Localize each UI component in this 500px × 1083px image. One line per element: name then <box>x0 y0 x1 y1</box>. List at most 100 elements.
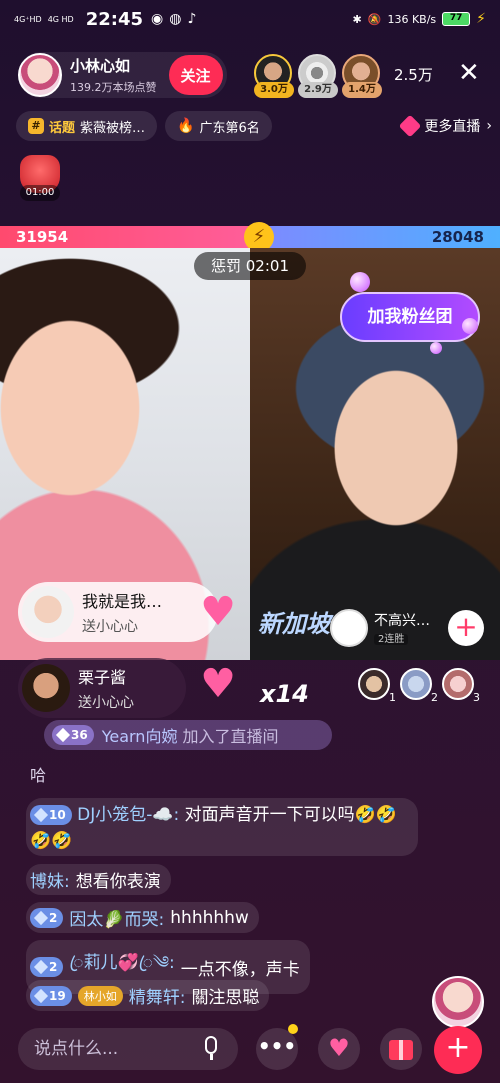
level-badge: 19 <box>30 985 72 1006</box>
more-icon[interactable]: ••• <box>256 1028 298 1070</box>
status-bar: 4G⁺HD 4G HD 22:45 ◉ ◍ ♪ ✱ 🔕 136 KB/s 77 … <box>0 0 500 38</box>
chat-message-1[interactable]: 10 DJ小笼包-☁️: 对面声音开一下可以吗🤣🤣🤣🤣 <box>26 798 418 856</box>
chat-username[interactable]: 精舞轩: <box>129 983 186 1008</box>
plus-button[interactable]: + <box>434 1026 482 1074</box>
top-viewers: 3.0万 2.9万 1.4万 <box>254 54 382 98</box>
gift-sender-avatar <box>22 664 70 712</box>
tiktok-icon: ♪ <box>187 11 197 27</box>
status-right: ✱ 🔕 136 KB/s 77 ⚡ <box>353 11 486 27</box>
chat-message-plain: 哈 <box>30 766 47 785</box>
level-badge: 2 <box>30 957 64 977</box>
diamond-icon <box>33 910 49 925</box>
rank-text: 广东第6名 <box>199 120 260 136</box>
battery-icon: 77 <box>442 12 471 26</box>
add-icon[interactable]: + <box>448 610 484 646</box>
topic-label: 话题 <box>49 120 76 136</box>
more-live-label: 更多直播 <box>424 119 481 135</box>
top-rank-list: 1 2 3 <box>358 668 480 704</box>
chat-username[interactable]: 因太🥬而哭: <box>69 905 164 930</box>
chat-message-2[interactable]: 博妹: 想看你表演 <box>26 864 171 895</box>
anime-user-avatar <box>330 609 368 647</box>
sticker-text: 新加坡 <box>258 610 330 638</box>
anime-user-name: 不高兴… <box>374 613 430 629</box>
notification-icons: ◉ ◍ ♪ <box>151 11 196 27</box>
join-action: 加入了直播间 <box>182 727 279 746</box>
diamond-icon <box>33 959 49 975</box>
clock: 22:45 <box>85 8 143 30</box>
viewer-avatar-2[interactable]: 2.9万 <box>298 54 338 98</box>
fan-club-sign[interactable]: 加我粉丝团 <box>340 292 480 342</box>
red-packet[interactable]: 01:00 <box>16 155 64 203</box>
anime-user-card[interactable]: 不高兴… 2连胜 <box>330 608 442 648</box>
gift-sender-avatar <box>22 586 74 638</box>
weibo-icon: ◍ <box>169 11 182 27</box>
pk-score-left: 31954 <box>16 228 69 246</box>
host-avatar[interactable] <box>18 53 62 97</box>
chat-text: 一点不像，声卡 <box>180 959 300 980</box>
chevron-right-icon: › <box>486 118 492 134</box>
level-badge: 10 <box>30 805 72 825</box>
join-text: Yearn向婉 加入了直播间 <box>102 723 279 747</box>
viewer-total[interactable]: 2.5万 <box>394 64 433 85</box>
gift-text: 栗子酱 送小心心 <box>78 664 134 712</box>
level-badge: 36 <box>52 725 94 745</box>
chat-message-3[interactable]: 2 因太🥬而哭: hhhhhhw <box>26 902 259 933</box>
win-streak-badge: 2连胜 <box>374 634 409 645</box>
host-likes: 139.2万本场点赞 <box>70 81 157 94</box>
flame-icon: 🔥 <box>177 118 195 134</box>
host-info: 小林心如 139.2万本场点赞 <box>70 55 157 95</box>
level-badge: 2 <box>30 907 64 928</box>
host-floating-avatar[interactable] <box>432 976 484 1028</box>
notification-dot <box>288 1024 298 1034</box>
host-profile[interactable]: 小林心如 139.2万本场点赞 关注 <box>18 52 227 98</box>
mute-icon: 🔕 <box>367 12 382 26</box>
rank-avatar-1[interactable]: 1 <box>358 668 396 704</box>
red-packet-timer: 01:00 <box>20 185 60 201</box>
rank-avatar-3[interactable]: 3 <box>442 668 480 704</box>
host-bar: 小林心如 139.2万本场点赞 关注 3.0万 2.9万 1.4万 2.5万 ✕ <box>18 52 488 98</box>
gift-sender-name: 栗子酱 <box>78 668 127 687</box>
fan-heart-icon[interactable]: ♥ <box>318 1028 360 1070</box>
viewer-avatar-1[interactable]: 3.0万 <box>254 54 294 98</box>
hashtag-icon: # <box>28 118 44 134</box>
gift-action: 送小心心 <box>82 619 138 635</box>
tag-row: # 话题 紫薇被榜… 🔥 广东第6名 更多直播 › <box>16 111 492 141</box>
chat-username[interactable]: DJ小笼包-☁️: <box>77 805 179 825</box>
anime-user-info: 不高兴… 2连胜 <box>374 610 430 646</box>
pk-bar: 31954 28048 ⚡ <box>0 222 500 252</box>
join-notification: 36 Yearn向婉 加入了直播间 <box>44 720 332 750</box>
gift-sender-name: 我就是我… <box>82 592 163 611</box>
sparkle-ball-icon <box>350 272 370 292</box>
topic-tag[interactable]: # 话题 紫薇被榜… <box>16 111 158 141</box>
rank-avatar-2[interactable]: 2 <box>400 668 438 704</box>
microphone-icon[interactable] <box>202 1036 220 1062</box>
gift-card-2[interactable]: 栗子酱 送小心心 <box>18 658 186 718</box>
diamond-icon <box>55 727 71 743</box>
fan-club-badge: 林小如 <box>77 985 123 1006</box>
viewer-count-2: 2.9万 <box>298 82 338 98</box>
viewer-avatar-3[interactable]: 1.4万 <box>342 54 382 98</box>
pk-score-right: 28048 <box>431 228 484 246</box>
host-name: 小林心如 <box>70 57 131 75</box>
join-user[interactable]: Yearn向婉 <box>102 727 178 746</box>
rank-tag[interactable]: 🔥 广东第6名 <box>165 111 272 141</box>
viewer-count-3: 1.4万 <box>342 82 382 98</box>
chat-username[interactable]: 博妹: <box>30 867 70 892</box>
bluetooth-icon: ✱ <box>352 12 362 26</box>
wechat-icon: ◉ <box>151 11 164 27</box>
diamond-icon <box>33 807 49 823</box>
diamond-icon <box>33 988 49 1003</box>
gift-icon[interactable] <box>380 1028 422 1070</box>
follow-button[interactable]: 关注 <box>168 55 223 95</box>
heart-gift-icon: ♥ <box>200 661 236 707</box>
chat-text: 關注思聪 <box>191 988 260 1008</box>
sparkle-ball-icon <box>430 342 442 354</box>
charging-icon: ⚡ <box>476 11 486 27</box>
close-icon[interactable]: ✕ <box>458 60 480 86</box>
more-live-button[interactable]: 更多直播 › <box>399 114 492 138</box>
network-indicator-2: 4G HD <box>47 14 74 24</box>
gift-combo-count: x14 <box>260 680 309 708</box>
chat-message-5[interactable]: 19 林小如 精舞轩: 關注思聪 <box>26 980 270 1011</box>
net-speed: 136 KB/s <box>387 12 437 26</box>
gift-card-1[interactable]: 我就是我… 送小心心 <box>18 582 218 642</box>
